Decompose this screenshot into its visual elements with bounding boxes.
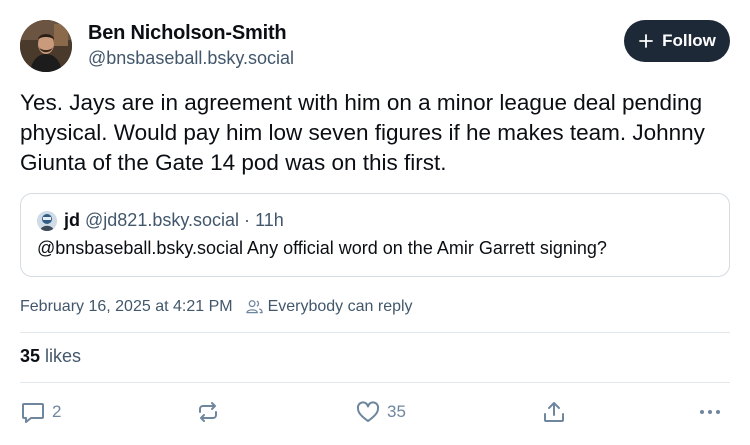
likes-label: likes [45, 346, 82, 366]
repost-button[interactable] [195, 398, 227, 426]
quote-author-name[interactable]: jd [64, 210, 80, 230]
post-text: Yes. Jays are in agreement with him on a… [20, 90, 705, 175]
reply-count: 2 [52, 402, 62, 421]
more-icon [700, 410, 720, 414]
post-meta: February 16, 2025 at 4:21 PM Everybody c… [20, 297, 413, 316]
divider [20, 382, 730, 383]
quote-separator: · [244, 210, 251, 230]
divider [20, 332, 730, 333]
repost-icon [199, 402, 217, 422]
heart-icon [356, 401, 380, 422]
quote-text: @bnsbaseball.bsky.social Any official wo… [37, 238, 607, 258]
reply-button[interactable]: 2 [20, 398, 61, 426]
quoted-post[interactable]: jd @jd821.bsky.social · 11h @bnsbaseball… [20, 193, 730, 277]
quote-avatar-image [37, 211, 57, 231]
follow-button[interactable]: Follow [624, 20, 730, 62]
post-timestamp[interactable]: February 16, 2025 at 4:21 PM [20, 298, 233, 316]
more-options-button[interactable] [697, 398, 723, 426]
reply-setting[interactable]: Everybody can reply [268, 298, 413, 316]
like-count: 35 [387, 402, 406, 421]
post-thread-item: Ben Nicholson-Smith @bnsbaseball.bsky.so… [0, 0, 750, 445]
author-photo [20, 20, 72, 72]
reply-icon [22, 403, 44, 423]
like-button[interactable]: 35 [355, 398, 406, 426]
author-name[interactable]: Ben Nicholson-Smith [88, 22, 287, 45]
plus-icon [639, 34, 653, 48]
people-icon [245, 300, 263, 314]
quote-header: jd @jd821.bsky.social · 11h [64, 210, 284, 231]
author-handle[interactable]: @bnsbaseball.bsky.social [88, 48, 294, 69]
quote-author-avatar[interactable] [37, 211, 57, 231]
likes-count: 35 [20, 346, 41, 366]
likes-summary[interactable]: 35 likes [20, 346, 81, 367]
author-avatar[interactable] [20, 20, 72, 72]
share-button[interactable] [541, 398, 567, 426]
quote-author-handle[interactable]: @jd821.bsky.social [85, 210, 239, 230]
follow-button-label: Follow [662, 31, 716, 50]
quote-time[interactable]: 11h [255, 210, 284, 230]
share-icon [544, 402, 564, 422]
